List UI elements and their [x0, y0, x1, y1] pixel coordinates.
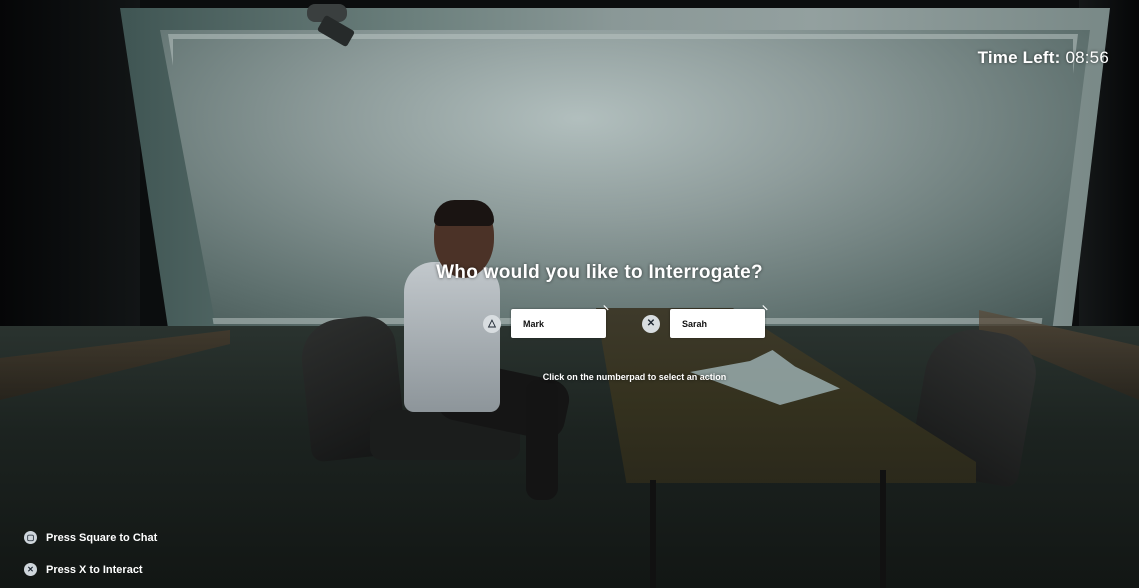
option-mark-card[interactable]: Mark [511, 309, 606, 338]
security-camera [305, 4, 365, 54]
suspect-character [398, 200, 578, 520]
square-button-icon: ▢ [24, 531, 37, 544]
numberpad-hint: Click on the numberpad to select an acti… [542, 372, 727, 382]
timer-label: Time Left: [977, 48, 1061, 67]
option-mark[interactable]: △ Mark [483, 309, 606, 338]
table-leg [650, 480, 656, 588]
control-interact: ✕ Press X to Interact [24, 563, 143, 576]
timer-value: 08:56 [1065, 48, 1109, 67]
control-interact-label: Press X to Interact [46, 563, 143, 576]
control-chat: ▢ Press Square to Chat [24, 531, 157, 544]
cross-button-icon: ✕ [24, 563, 37, 576]
time-left-display: Time Left: 08:56 [978, 48, 1109, 68]
cross-button-icon: ✕ [642, 314, 660, 333]
interrogate-prompt: Who would you like to Interrogate? [436, 262, 763, 283]
highlight-sparkle-icon: ⸜ [762, 298, 769, 312]
option-sarah-card[interactable]: Sarah [670, 309, 765, 338]
option-sarah[interactable]: ✕ Sarah [642, 309, 765, 338]
highlight-sparkle-icon: ⸜ [603, 298, 610, 312]
character-hair [434, 200, 494, 226]
table-leg [880, 470, 886, 588]
character-shin [526, 380, 558, 500]
option-sarah-label: Sarah [682, 318, 708, 329]
triangle-button-icon: △ [483, 314, 501, 333]
game-scene [0, 0, 1139, 588]
option-mark-label: Mark [523, 318, 545, 329]
control-chat-label: Press Square to Chat [46, 531, 158, 544]
